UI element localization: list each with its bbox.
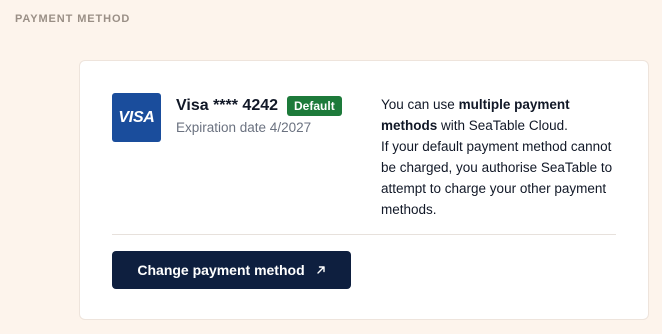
expiration-date: Expiration date 4/2027 <box>176 120 312 135</box>
visa-logo-icon: VISA <box>112 93 161 142</box>
card-name: Visa **** 4242 <box>176 97 279 114</box>
info-paragraph-2: If your default payment method cannot be… <box>381 139 613 217</box>
divider <box>112 234 616 235</box>
payment-method-card: VISA Visa **** 4242 Default Expiration d… <box>79 60 649 320</box>
card-info: Visa **** 4242 Default Expiration date 4… <box>176 96 342 135</box>
change-payment-method-label: Change payment method <box>137 262 305 278</box>
external-arrow-icon <box>316 265 326 275</box>
info-p1-prefix: You can use <box>381 97 459 112</box>
card-header-row: Visa **** 4242 Default <box>176 96 342 116</box>
info-p1-suffix: with SeaTable Cloud. <box>437 118 568 133</box>
default-badge: Default <box>287 96 342 116</box>
info-paragraph-1: You can use multiple payment methods wit… <box>381 94 617 136</box>
payment-info-text: You can use multiple payment methods wit… <box>381 94 617 220</box>
change-payment-method-button[interactable]: Change payment method <box>112 251 351 289</box>
section-title: PAYMENT METHOD <box>15 13 131 25</box>
